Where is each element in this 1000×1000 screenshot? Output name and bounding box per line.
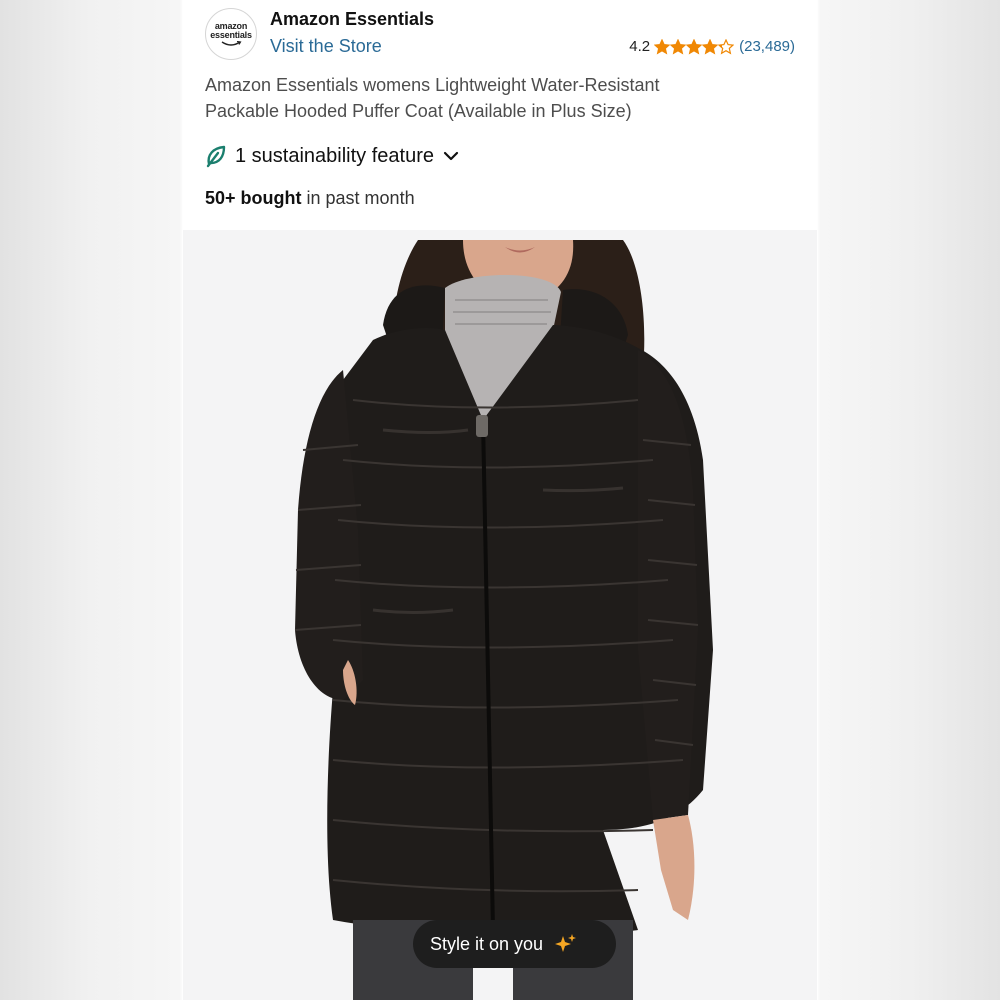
brand-logo[interactable]: amazon essentials	[205, 8, 257, 60]
purchase-count-rest: in past month	[301, 188, 415, 208]
brand-name: Amazon Essentials	[270, 9, 435, 29]
style-button-label: Style it on you	[430, 933, 544, 954]
star-icon	[702, 38, 719, 55]
star-icon	[686, 38, 703, 55]
product-title-line1: Amazon Essentials womens Lightweight Wat…	[205, 75, 660, 95]
purchase-count: 50+ bought in past month	[205, 188, 415, 209]
visit-store-link[interactable]: Visit the Store	[270, 36, 382, 57]
rating-summary[interactable]: 4.2 (23,489)	[629, 38, 795, 55]
star-rating	[654, 38, 735, 55]
sparkle-icon	[555, 934, 577, 952]
star-icon	[718, 38, 735, 55]
star-icon	[654, 38, 671, 55]
sustainability-toggle[interactable]: 1 sustainability feature	[205, 144, 460, 168]
product-title-line2: Packable Hooded Puffer Coat (Available i…	[205, 101, 632, 121]
zipper-pull	[476, 415, 488, 437]
logo-text-line2: essentials	[210, 29, 252, 40]
leaf-icon	[206, 145, 226, 168]
style-it-on-you-button[interactable]: Style it on you	[413, 920, 616, 968]
rating-value: 4.2	[629, 38, 651, 55]
product-card: amazon essentials Amazon Essentials Visi…	[183, 0, 817, 1000]
product-image[interactable]	[183, 230, 817, 1000]
purchase-count-bold: 50+ bought	[205, 188, 302, 208]
product-header: amazon essentials Amazon Essentials Visi…	[183, 0, 817, 230]
smile-arrow-icon	[221, 40, 242, 46]
hand	[653, 815, 695, 920]
star-icon	[670, 38, 687, 55]
chevron-down-icon	[443, 151, 459, 161]
sustainability-label: 1 sustainability feature	[235, 144, 435, 167]
product-title: Amazon Essentials womens Lightweight Wat…	[205, 72, 765, 124]
product-photo	[294, 240, 713, 1000]
review-count-link[interactable]: (23,489)	[739, 38, 795, 55]
